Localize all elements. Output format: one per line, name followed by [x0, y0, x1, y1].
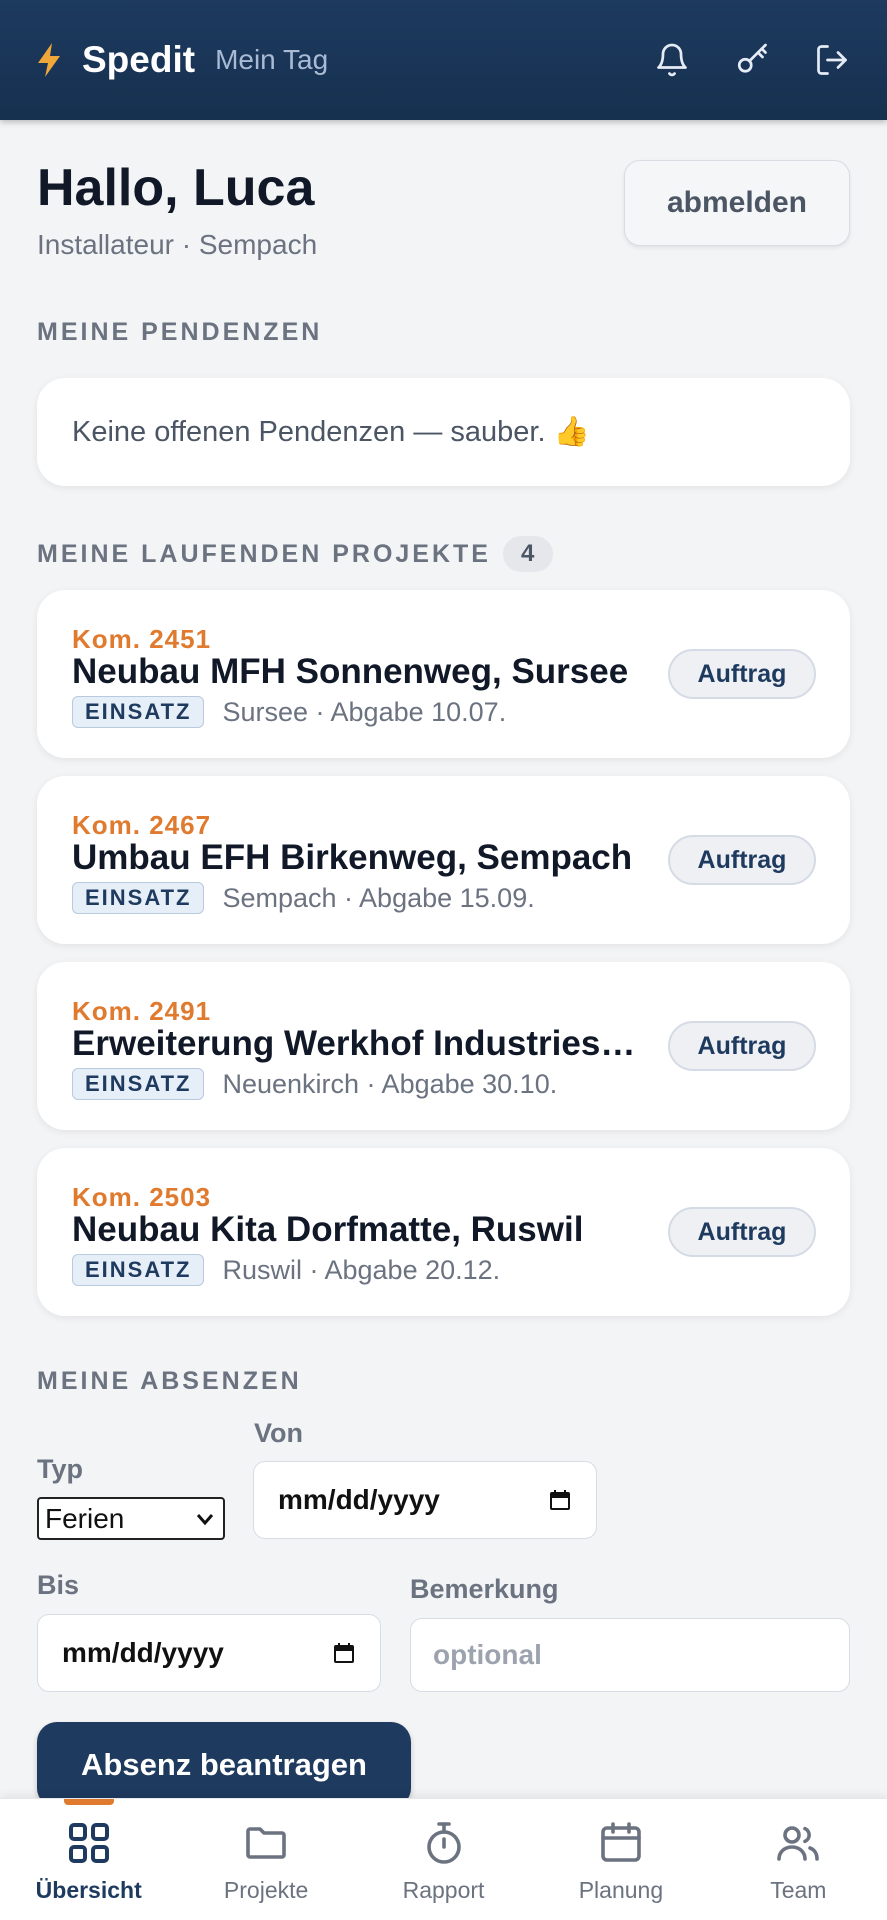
nav-label: Projekte	[223, 1877, 309, 1903]
bemerkung-label: Bemerkung	[410, 1574, 559, 1604]
project-title: Neubau MFH Sonnenweg, Sursee	[72, 652, 629, 691]
header-actions	[653, 41, 851, 79]
typ-select-value: Ferien	[45, 1502, 125, 1534]
absenz-beantragen-button[interactable]: Absenz beantragen	[37, 1722, 411, 1808]
project-kom: Kom. 2503	[72, 1182, 212, 1212]
nav-label: Rapport	[402, 1877, 485, 1903]
active-indicator	[63, 1799, 114, 1805]
bell-icon[interactable]	[653, 41, 691, 79]
von-date-input[interactable]: mm/dd/yyyy	[253, 1461, 597, 1539]
status-badge: EINSATZ	[72, 1254, 205, 1286]
project-card[interactable]: Kom. 2503 Neubau Kita Dorfmatte, Ruswil …	[37, 1148, 850, 1316]
nav-item-team[interactable]: Team	[710, 1799, 887, 1920]
bolt-icon	[36, 43, 62, 77]
bis-label: Bis	[37, 1570, 80, 1600]
user-role: Installateur · Sempach	[37, 229, 318, 261]
status-badge: EINSATZ	[72, 696, 205, 728]
project-kom: Kom. 2491	[72, 996, 212, 1026]
calendar-icon	[601, 1822, 641, 1862]
stopwatch-icon	[426, 1822, 461, 1864]
typ-select[interactable]: Ferien	[37, 1497, 225, 1540]
project-title: Neubau Kita Dorfmatte, Ruswil	[72, 1210, 584, 1249]
brand-name[interactable]: Spedit	[82, 39, 195, 81]
page-title: Hallo, Luca	[37, 159, 315, 217]
bottom-nav: Übersicht Projekte Rapport Planung Team	[0, 1798, 887, 1920]
pendenzen-heading: MEINE PENDENZEN	[37, 318, 322, 347]
nav-item-rapport[interactable]: Rapport	[355, 1799, 532, 1920]
logout-icon[interactable]	[813, 41, 851, 79]
nav-item-projekte[interactable]: Projekte	[177, 1799, 354, 1920]
greeting: Hallo, Luca Installateur · Sempach	[37, 159, 318, 261]
nav-label: Übersicht	[35, 1877, 142, 1903]
project-card[interactable]: Kom. 2467 Umbau EFH Birkenweg, Sempach E…	[37, 776, 850, 944]
project-location: Ruswil · Abgabe 20.12.	[222, 1254, 501, 1285]
project-card[interactable]: Kom. 2491 Erweiterung Werkhof Industries…	[37, 962, 850, 1130]
brand-subtitle: Mein Tag	[215, 44, 329, 75]
project-kom: Kom. 2467	[72, 810, 212, 840]
grid-icon	[68, 1823, 109, 1863]
logout-button[interactable]: abmelden	[624, 160, 850, 246]
projects-count-badge: 4	[502, 536, 554, 572]
project-title: Erweiterung Werkhof Industries…	[72, 1024, 636, 1063]
chevron-down-icon	[196, 1513, 214, 1525]
nav-item-planung[interactable]: Planung	[532, 1799, 709, 1920]
absenzen-heading: MEINE ABSENZEN	[37, 1367, 302, 1396]
projects-heading: MEINE LAUFENDEN PROJEKTE 4	[37, 536, 554, 572]
status-badge: EINSATZ	[72, 882, 205, 914]
project-meta: EINSATZ Ruswil · Abgabe 20.12.	[72, 1254, 500, 1286]
project-meta: EINSATZ Sursee · Abgabe 10.07.	[72, 696, 506, 728]
nav-label: Team	[770, 1877, 827, 1903]
project-location: Sempach · Abgabe 15.09.	[222, 882, 535, 913]
project-meta: EINSATZ Neuenkirch · Abgabe 30.10.	[72, 1068, 557, 1100]
project-title: Umbau EFH Birkenweg, Sempach	[72, 838, 633, 877]
pendenzen-empty-text: Keine offenen Pendenzen — sauber. 👍	[72, 416, 590, 448]
nav-label: Planung	[578, 1877, 664, 1903]
projects-heading-text: MEINE LAUFENDEN PROJEKTE	[37, 539, 491, 568]
bis-date-value: mm/dd/yyyy	[62, 1637, 224, 1668]
pendenzen-heading-text: MEINE PENDENZEN	[37, 318, 323, 346]
bis-date-input[interactable]: mm/dd/yyyy	[37, 1614, 381, 1692]
app-header: Spedit Mein Tag	[0, 0, 887, 120]
absenzen-heading-text: MEINE ABSENZEN	[37, 1367, 302, 1395]
auftrag-button[interactable]: Auftrag	[668, 649, 816, 699]
nav-item-uebersicht[interactable]: Übersicht	[0, 1799, 177, 1920]
calendar-icon[interactable]	[332, 1641, 356, 1665]
users-icon	[777, 1826, 820, 1861]
project-location: Sursee · Abgabe 10.07.	[222, 696, 507, 727]
status-badge: EINSATZ	[72, 1068, 205, 1100]
bemerkung-placeholder: optional	[433, 1639, 542, 1670]
project-card[interactable]: Kom. 2451 Neubau MFH Sonnenweg, Sursee E…	[37, 590, 850, 758]
auftrag-button[interactable]: Auftrag	[668, 835, 816, 885]
bemerkung-input[interactable]: optional	[410, 1618, 850, 1692]
project-meta: EINSATZ Sempach · Abgabe 15.09.	[72, 882, 535, 914]
pendenzen-card: Keine offenen Pendenzen — sauber. 👍	[37, 378, 850, 486]
calendar-icon[interactable]	[548, 1488, 572, 1512]
von-date-value: mm/dd/yyyy	[278, 1484, 440, 1515]
typ-label: Typ	[37, 1454, 83, 1484]
auftrag-button[interactable]: Auftrag	[668, 1021, 816, 1071]
project-location: Neuenkirch · Abgabe 30.10.	[222, 1068, 558, 1099]
folder-icon	[246, 1827, 286, 1859]
auftrag-button[interactable]: Auftrag	[668, 1207, 816, 1257]
von-label: Von	[254, 1418, 303, 1448]
key-icon[interactable]	[733, 41, 771, 79]
project-kom: Kom. 2451	[72, 624, 212, 654]
